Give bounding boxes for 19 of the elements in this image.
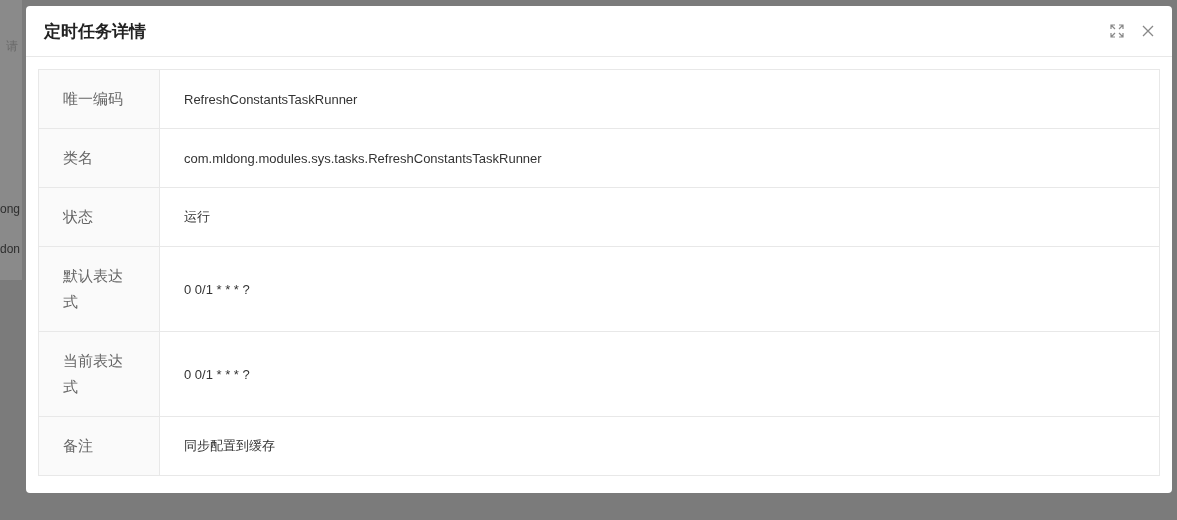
field-value: 0 0/1 * * * ? (184, 366, 250, 382)
background-text: ong (0, 202, 21, 216)
field-value: com.mldong.modules.sys.tasks.RefreshConstantsTaskRunner (184, 150, 542, 166)
field-label: 唯一编码 (39, 70, 160, 128)
field-label: 类名 (39, 129, 160, 187)
field-label: 当前表达式 (39, 332, 160, 416)
close-icon (1142, 25, 1154, 37)
field-value: 0 0/1 * * * ? (184, 281, 250, 297)
expand-icon (1110, 24, 1124, 38)
fullscreen-button[interactable] (1108, 22, 1126, 40)
field-value: RefreshConstantsTaskRunner (184, 91, 358, 107)
background-text: don (0, 242, 21, 256)
field-value: 运行 (184, 208, 210, 226)
field-label: 默认表达式 (39, 247, 160, 331)
field-label: 状态 (39, 188, 160, 246)
field-value: 同步配置到缓存 (184, 437, 275, 455)
field-label: 备注 (39, 417, 160, 475)
close-button[interactable] (1140, 23, 1156, 39)
dialog-title: 定时任务详情 (44, 20, 146, 43)
